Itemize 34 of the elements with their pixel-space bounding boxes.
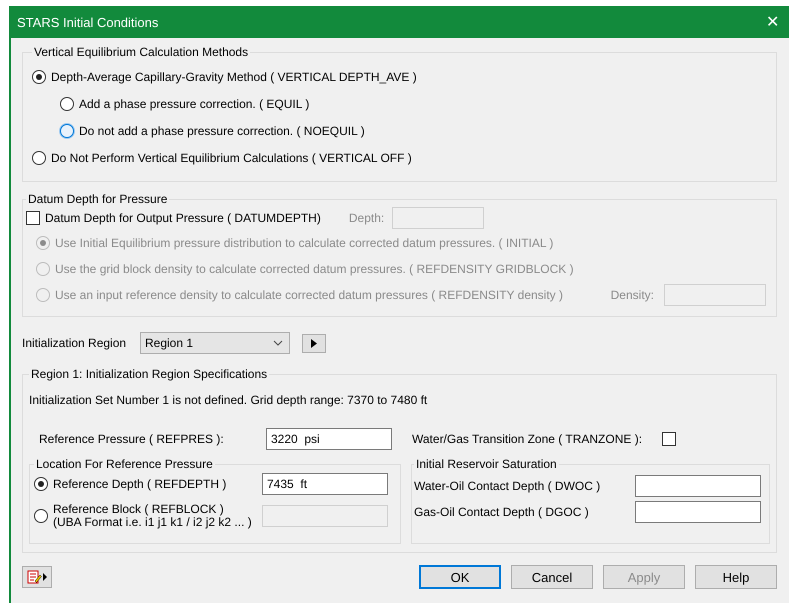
input-field[interactable]: [635, 475, 761, 497]
info-text: Initialization Set Number 1 is not defined. Grid depth range: 7370 to 7480 ft: [29, 392, 428, 409]
notes-button[interactable]: [22, 566, 52, 588]
field-label: Initialization Region: [22, 336, 128, 350]
field-label: Water/Gas Transition Zone ( TRANZONE ):: [412, 432, 642, 446]
field-label: Depth:: [348, 211, 384, 225]
dialog-button[interactable]: OK: [419, 565, 501, 589]
radio-button[interactable]: Do not add a phase pressure correction. ( NOEQUIL ): [60, 124, 365, 138]
field-label: Water-Oil Contact Depth ( DWOC ): [414, 479, 600, 493]
input-field[interactable]: [635, 501, 761, 523]
radio-button[interactable]: Reference Depth ( REFDEPTH ): [34, 477, 226, 491]
window-title: STARS Initial Conditions: [17, 14, 158, 30]
group-title: Datum Depth for Pressure: [27, 192, 168, 206]
radio-button[interactable]: Add a phase pressure correction. ( EQUIL ): [60, 96, 310, 110]
input-field[interactable]: 7435 ft: [262, 473, 388, 495]
next-button[interactable]: [302, 334, 326, 352]
dialog-button[interactable]: Cancel: [511, 565, 593, 589]
radio-button[interactable]: Depth-Average Capillary-Gravity Method ( VERTICAL DEPTH_AVE ): [32, 70, 417, 84]
dialog-button[interactable]: Help: [695, 565, 777, 589]
group-title: Vertical Equilibrium Calculation Methods: [33, 45, 250, 59]
input-field[interactable]: 3220 psi: [266, 428, 392, 450]
dropdown[interactable]: Region 1: [140, 332, 290, 354]
radio-button[interactable]: Do Not Perform Vertical Equilibrium Calculations ( VERTICAL OFF ): [32, 150, 412, 164]
field-label: Density:: [610, 288, 654, 302]
document-pencil-icon: [27, 570, 47, 584]
group-title: Location For Reference Pressure: [35, 457, 214, 471]
group-title: Region 1: Initialization Region Specifications: [30, 367, 268, 381]
play-icon: [311, 338, 317, 348]
field-label: Reference Pressure ( REFPRES ):: [39, 432, 225, 446]
close-button[interactable]: ✕: [764, 12, 781, 32]
checkbox[interactable]: [662, 432, 676, 446]
field-label: Gas-Oil Contact Depth ( DGOC ): [414, 505, 589, 519]
group-title: Initial Reservoir Saturation: [415, 457, 558, 471]
chevron-down-icon: [273, 340, 283, 346]
